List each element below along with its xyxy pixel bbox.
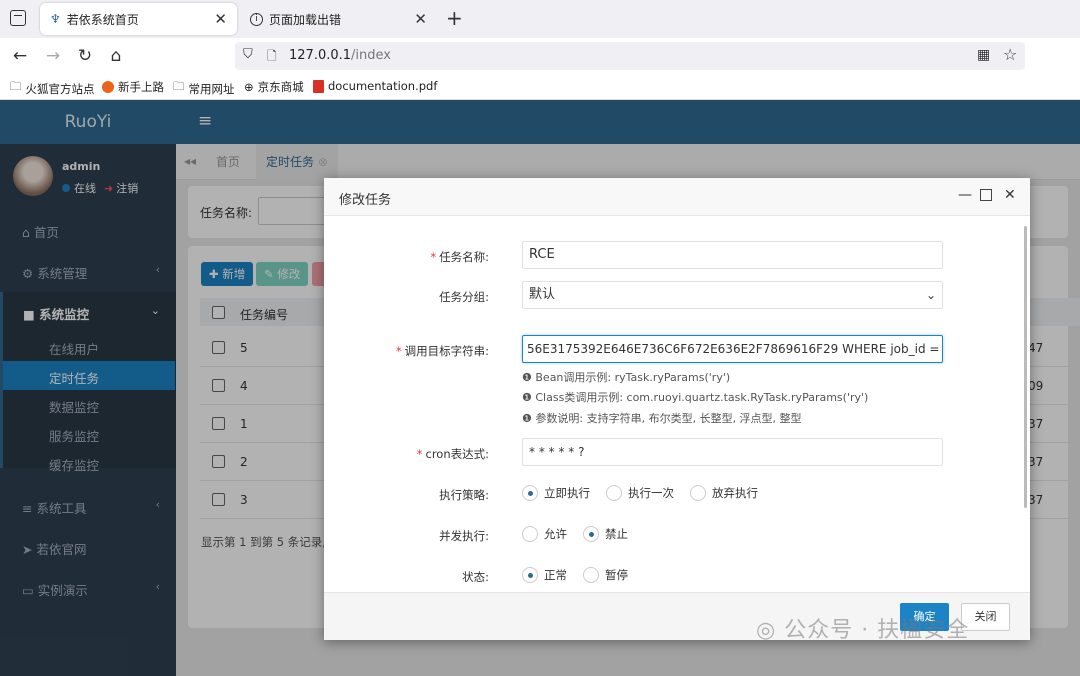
radio[interactable] [690, 485, 706, 501]
bookmark-item[interactable]: 🗀 火狐官方站点 [10, 79, 95, 98]
reload-icon[interactable]: ↻ [75, 46, 95, 66]
modal-scrollbar[interactable] [1024, 226, 1027, 508]
hint-text: 参数说明: 支持字符串, 布尔类型, 长整型, 浮点型, 整型 [535, 412, 802, 425]
modal-title: 修改任务 [339, 193, 392, 208]
concurrent-label: 并发执行: [439, 529, 489, 543]
cron-input[interactable]: * * * * * ? [522, 438, 943, 466]
edit-task-modal: 修改任务 — ✕ * 任务名称: RCE 任务分组: 默认 ⌄ * 调用目标字符串: … [324, 178, 1030, 640]
hint-line: ❶ Bean调用示例: ryTask.ryParams('ry') [522, 369, 730, 385]
strategy-label: 执行策略: [439, 488, 489, 502]
watermark: ◎ 公众号 · 扶楹安全 [756, 612, 969, 644]
cron-label: * cron表达式: [416, 447, 490, 461]
browser-tab-home[interactable]: ♆ 若依系统首页 ✕ [40, 3, 237, 35]
watermark-text: 公众号 · 扶楹安全 [784, 618, 970, 643]
concurrent-option-allow[interactable]: 允许 [522, 526, 567, 542]
hint-line: ❶ Class类调用示例: com.ruoyi.quartz.task.RyTa… [522, 389, 868, 405]
bookmark-item[interactable]: ⊕ 京东商城 [244, 79, 304, 95]
globe-icon: ⊕ [244, 80, 254, 94]
firefox-icon [102, 81, 114, 93]
bookmark-item[interactable]: 🗀 常用网址 [173, 79, 235, 98]
hint-text: Bean调用示例: ryTask.ryParams('ry') [535, 371, 731, 384]
status-option-normal[interactable]: 正常 [522, 567, 567, 583]
navigation-bar: ← → ↻ ⌂ ⛉ 🗋 127.0.0.1/index ▦ ☆ [0, 38, 1080, 74]
status-label: 状态: [462, 570, 489, 584]
star-icon[interactable]: ☆ [1003, 45, 1017, 64]
forward-icon[interactable]: → [43, 46, 63, 66]
close-icon[interactable]: ✕ [1004, 187, 1016, 203]
browser-tab-error[interactable]: i 页面加载出错 ✕ [240, 3, 437, 35]
radio-label: 禁止 [605, 527, 628, 541]
radio-selected[interactable] [522, 485, 538, 501]
job-group-select[interactable]: 默认 ⌄ [522, 281, 943, 309]
tab-list-icon[interactable] [10, 10, 26, 26]
ruoyi-logo-icon: ♆ [50, 12, 61, 26]
close-icon[interactable]: ✕ [414, 10, 427, 28]
qr-code-icon[interactable]: ▦ [977, 47, 990, 63]
info-circle-icon: ❶ [522, 412, 532, 425]
invoke-target-label: * 调用目标字符串: [395, 344, 489, 358]
radio-label: 立即执行 [544, 486, 590, 500]
job-group-label: 任务分组: [439, 290, 489, 304]
info-circle-icon: ❶ [522, 371, 532, 384]
bookmark-label: 新手上路 [118, 80, 164, 94]
radio-selected[interactable] [522, 567, 538, 583]
bookmark-label: 京东商城 [257, 80, 304, 94]
folder-icon: 🗀 [173, 79, 185, 93]
job-name-input[interactable]: RCE [522, 241, 943, 269]
strategy-option-once[interactable]: 执行一次 [606, 485, 674, 501]
strategy-option-immediate[interactable]: 立即执行 [522, 485, 590, 501]
modal-header: 修改任务 — ✕ [324, 178, 1030, 216]
label-text: 任务名称: [439, 250, 489, 264]
info-icon: i [250, 12, 263, 26]
back-icon[interactable]: ← [10, 46, 30, 66]
radio-label: 执行一次 [628, 486, 674, 500]
tab-title: 若依系统首页 [66, 12, 139, 27]
radio-label: 正常 [544, 568, 567, 582]
bookmark-label: 常用网址 [188, 81, 235, 96]
bookmark-label: 火狐官方站点 [25, 81, 95, 96]
maximize-icon[interactable] [980, 189, 992, 201]
invoke-target-input[interactable]: 56E3175392E646E736C6F672E636E2F7869616F2… [522, 335, 943, 363]
bookmark-item[interactable]: documentation.pdf [313, 79, 437, 93]
radio[interactable] [606, 485, 622, 501]
bookmark-item[interactable]: 新手上路 [102, 79, 164, 95]
status-option-paused[interactable]: 暂停 [583, 567, 628, 583]
url-path: /index [351, 48, 391, 63]
info-circle-icon: ❶ [522, 391, 532, 404]
url-host: 127.0.0.1 [289, 48, 352, 63]
home-icon[interactable]: ⌂ [106, 46, 126, 66]
radio[interactable] [522, 526, 538, 542]
radio[interactable] [583, 567, 599, 583]
minimize-icon[interactable]: — [958, 187, 972, 203]
new-tab-button[interactable]: + [446, 6, 463, 30]
bookmark-label: documentation.pdf [328, 79, 438, 93]
concurrent-option-forbid[interactable]: 禁止 [583, 526, 628, 542]
pdf-icon [313, 79, 324, 93]
url-text: 127.0.0.1/index [289, 48, 391, 63]
radio-selected[interactable] [583, 526, 599, 542]
shield-icon[interactable]: ⛉ [243, 47, 253, 62]
close-icon[interactable]: ✕ [214, 10, 227, 28]
page-icon[interactable]: 🗋 [267, 47, 277, 68]
browser-tab-bar: ♆ 若依系统首页 ✕ i 页面加载出错 ✕ + [0, 0, 1080, 38]
url-field[interactable]: ⛉ 🗋 127.0.0.1/index ▦ ☆ [235, 42, 1025, 70]
hint-line: ❶ 参数说明: 支持字符串, 布尔类型, 长整型, 浮点型, 整型 [522, 410, 802, 426]
strategy-option-abandon[interactable]: 放弃执行 [690, 485, 758, 501]
chevron-down-icon: ⌄ [925, 288, 936, 302]
hint-text: Class类调用示例: com.ruoyi.quartz.task.RyTask… [535, 391, 869, 404]
folder-icon: 🗀 [10, 79, 22, 93]
wechat-icon: ◎ [756, 618, 777, 643]
bookmarks-bar: 🗀 火狐官方站点 新手上路 🗀 常用网址 ⊕ 京东商城 documentation.p… [0, 74, 1080, 100]
label-text: cron表达式: [425, 447, 490, 461]
label-text: 调用目标字符串: [404, 344, 489, 358]
radio-label: 允许 [544, 527, 567, 541]
job-name-label: * 任务名称: [430, 250, 489, 264]
radio-label: 放弃执行 [712, 486, 758, 500]
radio-label: 暂停 [605, 568, 628, 582]
select-value: 默认 [529, 287, 556, 302]
tab-title: 页面加载出错 [269, 12, 342, 27]
